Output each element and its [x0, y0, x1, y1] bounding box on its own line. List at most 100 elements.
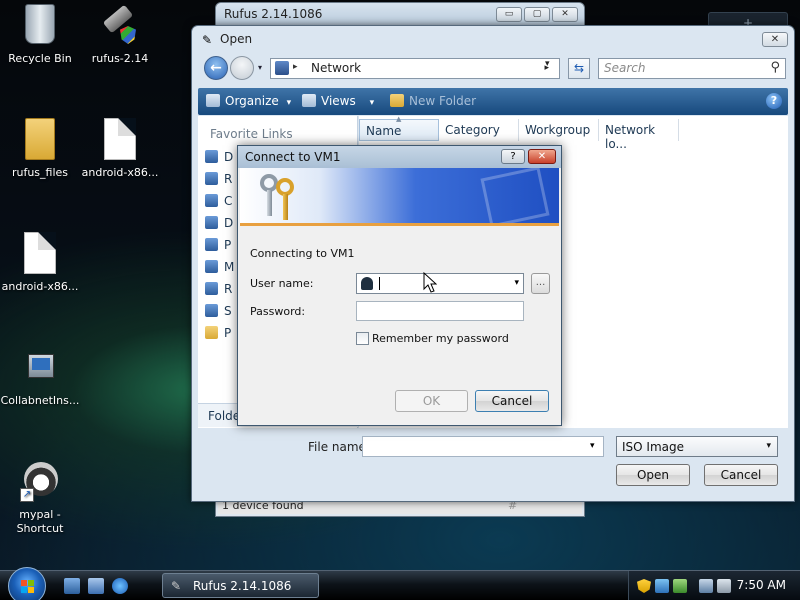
close-icon: ✕	[770, 34, 780, 45]
favorite-links-heading: Favorite Links	[210, 127, 293, 141]
user-icon	[361, 277, 373, 290]
views-label: Views	[321, 94, 356, 108]
refresh-button[interactable]: ⇆	[568, 58, 590, 79]
desktop-icon-label: android-x86...	[81, 166, 159, 179]
chevron-down-icon: ▾	[766, 441, 771, 451]
cancel-button[interactable]: Cancel	[475, 390, 549, 412]
new-folder-label: New Folder	[409, 94, 477, 108]
column-header-name[interactable]: ▲ Name	[359, 115, 439, 141]
help-icon[interactable]: ?	[766, 93, 782, 109]
mouse-pointer-icon	[423, 272, 437, 293]
help-icon: ?	[510, 151, 516, 162]
file-type-value: ISO Image	[622, 440, 684, 454]
column-header-network-location[interactable]: Network lo...	[599, 119, 679, 151]
connecting-text: Connecting to VM1	[250, 247, 355, 260]
close-icon: ✕	[561, 9, 569, 19]
internet-explorer-icon[interactable]	[112, 578, 128, 594]
desktop-icon-collabnet[interactable]: CollabnetIns...	[0, 346, 85, 408]
back-button[interactable]: ←	[204, 56, 228, 80]
pictures-icon	[205, 238, 218, 251]
recent-pages-dropdown[interactable]: ▾	[258, 63, 262, 72]
text-caret	[379, 277, 380, 290]
breadcrumb-separator-icon[interactable]: ▸	[293, 62, 298, 72]
address-bar[interactable]: ▸ Network ▸	[270, 58, 560, 79]
column-header-workgroup[interactable]: Workgroup	[519, 119, 599, 141]
close-button[interactable]: ✕	[762, 32, 788, 47]
ok-button[interactable]: OK	[395, 390, 468, 412]
desktop-icon-android-1[interactable]: android-x86...	[75, 118, 165, 180]
connect-dialog: Connect to VM1 ? ✕ Connecting to VM1 Use…	[237, 145, 562, 426]
network-tray-icon[interactable]	[699, 579, 713, 593]
public-folder-icon	[205, 326, 218, 339]
clock[interactable]: 7:50 AM	[737, 578, 786, 592]
file-name-area: File name: ▾ ISO Image ▾ Open Cancel	[198, 428, 788, 498]
start-button[interactable]	[8, 567, 46, 600]
open-button[interactable]: Open	[616, 464, 690, 486]
documents-icon	[205, 216, 218, 229]
windows-logo-icon	[21, 580, 34, 593]
organize-menu[interactable]: Organize ▾	[206, 94, 291, 108]
rufus-title: Rufus 2.14.1086	[224, 7, 323, 21]
password-field[interactable]	[356, 301, 524, 321]
close-button[interactable]: ✕	[552, 7, 578, 22]
refresh-icon: ⇆	[573, 61, 585, 75]
banner-decoration	[480, 168, 550, 223]
column-header-category[interactable]: Category	[439, 119, 519, 141]
open-dialog-title: Open	[220, 32, 253, 46]
desktop-icon-android-2[interactable]: android-x86...	[0, 232, 85, 294]
minimize-button[interactable]: ▭	[496, 7, 522, 22]
desktop-icon-rufus[interactable]: rufus-2.14	[75, 4, 165, 66]
views-icon	[302, 94, 316, 107]
file-name-input[interactable]	[362, 436, 604, 457]
user-name-label: User name:	[250, 277, 314, 290]
security-shield-icon[interactable]	[637, 579, 651, 593]
command-toolbar: Organize ▾ Views ▾ New Folder ?	[198, 88, 788, 115]
taskbar: ✎ Rufus 2.14.1086 7:50 AM	[0, 567, 800, 600]
recently-changed-icon	[205, 282, 218, 295]
desktop-icon-rufus-files[interactable]: rufus_files	[0, 118, 85, 180]
close-button[interactable]: ✕	[528, 149, 556, 164]
new-folder-button[interactable]: New Folder	[390, 94, 476, 108]
file-type-select[interactable]: ISO Image ▾	[616, 436, 778, 457]
maximize-button[interactable]: ▢	[524, 7, 550, 22]
file-icon	[100, 118, 140, 162]
desktop-icon-mypal[interactable]: ↗ mypal - Shortcut	[0, 460, 85, 536]
usb-tray-icon[interactable]	[655, 579, 669, 593]
taskbar-button-label: Rufus 2.14.1086	[193, 579, 292, 593]
cancel-button[interactable]: Cancel	[704, 464, 778, 486]
volume-muted-icon[interactable]	[717, 579, 731, 593]
recent-places-icon	[205, 172, 218, 185]
breadcrumb-network[interactable]: Network	[311, 61, 361, 75]
file-name-dropdown-icon[interactable]: ▾	[590, 441, 595, 451]
sort-ascending-icon: ▲	[396, 115, 402, 123]
raccoon-icon: ↗	[20, 460, 60, 504]
search-input[interactable]: Search ⚲	[598, 58, 786, 79]
organize-icon	[206, 94, 220, 107]
desktop-icon-recycle-bin[interactable]: Recycle Bin	[0, 4, 85, 66]
views-menu[interactable]: Views ▾	[302, 94, 374, 108]
remember-password-checkbox[interactable]	[356, 332, 369, 345]
remember-password-label[interactable]: Remember my password	[372, 332, 509, 345]
chevron-down-icon[interactable]: ▾	[514, 278, 519, 288]
browse-users-button[interactable]: ...	[531, 273, 550, 294]
installer-icon	[20, 346, 60, 390]
usb-drive-icon	[100, 4, 140, 48]
desktop-icon-label: rufus_files	[11, 166, 69, 179]
desktop-icon-label: CollabnetIns...	[0, 394, 80, 407]
user-name-combobox[interactable]: ▾	[356, 273, 524, 294]
app-tray-icon[interactable]	[673, 579, 687, 593]
taskbar-button-rufus[interactable]: ✎ Rufus 2.14.1086	[162, 573, 319, 598]
file-name-label: File name:	[308, 440, 370, 454]
address-dropdown-icon[interactable]: ▾	[545, 59, 550, 69]
show-desktop-icon[interactable]	[64, 578, 80, 594]
back-arrow-icon: ←	[210, 60, 222, 76]
notification-area: 7:50 AM	[628, 571, 800, 600]
searches-icon	[205, 304, 218, 317]
forward-button[interactable]	[230, 56, 254, 80]
help-button[interactable]: ?	[501, 149, 525, 164]
file-icon	[20, 232, 60, 276]
switch-windows-icon[interactable]	[88, 578, 104, 594]
desktop-icon-label: mypal - Shortcut	[16, 508, 64, 535]
address-row: ← ▾ ▸ Network ▸ ▾ ⇆ Search ⚲	[200, 54, 786, 82]
keys-icon	[258, 172, 304, 220]
